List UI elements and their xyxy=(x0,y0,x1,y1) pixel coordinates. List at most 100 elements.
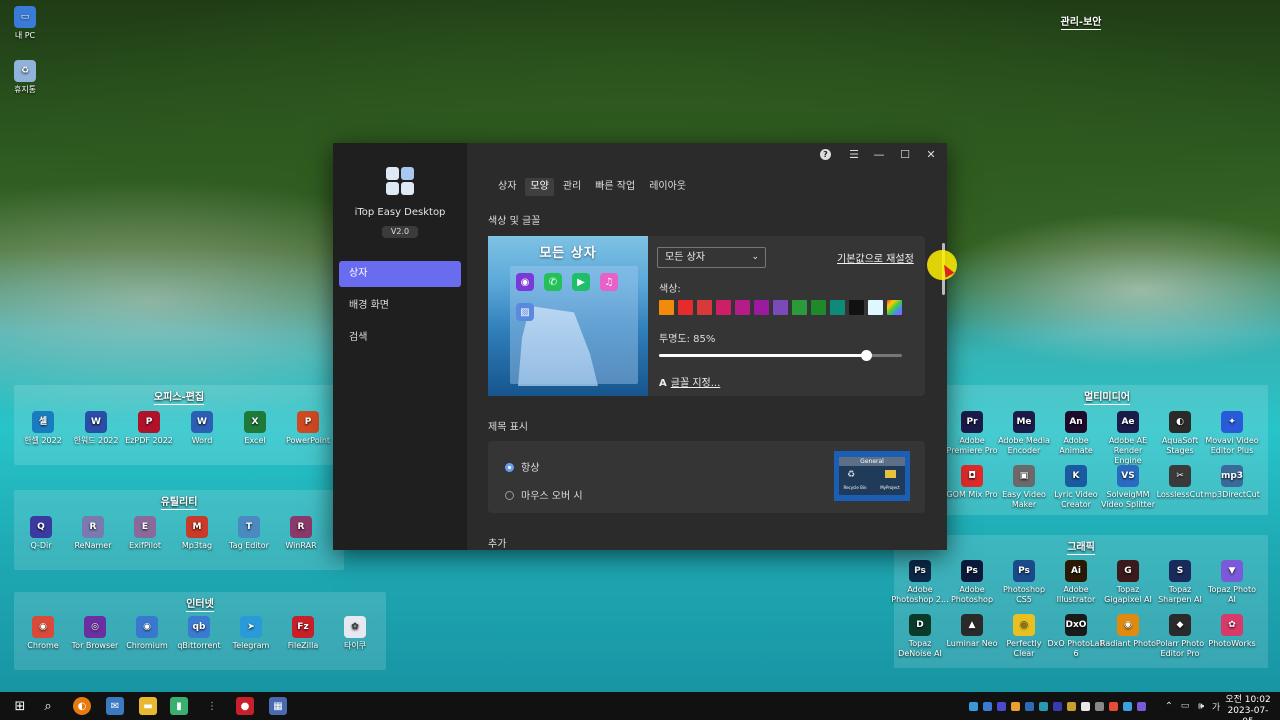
windows-start-icon[interactable]: ⊞ xyxy=(11,697,29,715)
color-swatch[interactable] xyxy=(849,300,864,315)
desktop-icon-my-pc[interactable]: ▭ 내 PC xyxy=(0,6,54,41)
desktop-shortcut[interactable]: ◎ Perfectly Clear xyxy=(995,614,1053,659)
maximize-icon[interactable]: ☐ xyxy=(897,147,913,163)
minimize-icon[interactable]: — xyxy=(871,147,887,163)
slider-thumb[interactable] xyxy=(860,350,872,361)
desktop-shortcut[interactable]: G Topaz Gigapixel AI xyxy=(1099,560,1157,605)
sidebar-item-wallpaper[interactable]: 배경 화면 xyxy=(339,293,461,319)
notes-icon[interactable]: ▮ xyxy=(170,697,188,715)
sidebar-item-search[interactable]: 검색 xyxy=(339,325,461,351)
opacity-slider[interactable] xyxy=(659,350,902,361)
tray-icon[interactable] xyxy=(1067,702,1076,711)
desktop-shortcut[interactable]: ◎ Tor Browser xyxy=(66,616,124,651)
desktop-shortcut[interactable]: P EzPDF 2022 xyxy=(120,411,178,446)
mail-icon[interactable]: ✉ xyxy=(106,697,124,715)
apps-icon[interactable]: ⋮ xyxy=(203,697,221,715)
language-icon[interactable]: 가 xyxy=(1207,697,1225,715)
desktop-shortcut[interactable]: R ReNamer xyxy=(64,516,122,551)
tray-icon[interactable] xyxy=(1011,702,1020,711)
desktop-shortcut[interactable]: ◉ Radiant Photo xyxy=(1099,614,1157,649)
desktop-shortcut[interactable]: T Tag Editor xyxy=(220,516,278,551)
tray-icon[interactable] xyxy=(1095,702,1104,711)
desktop-shortcut[interactable]: X Excel xyxy=(226,411,284,446)
desktop-shortcut[interactable]: R WinRAR xyxy=(272,516,330,551)
desktop-shortcut[interactable]: Ps Adobe Photoshop xyxy=(943,560,1001,605)
color-swatch[interactable] xyxy=(678,300,693,315)
file-explorer-icon[interactable]: ▬ xyxy=(139,697,157,715)
desktop-shortcut[interactable]: Ai Adobe Illustrator xyxy=(1047,560,1105,605)
tray-icon[interactable] xyxy=(1109,702,1118,711)
desktop-shortcut[interactable]: DxO DxO PhotoLab 6 xyxy=(1047,614,1105,659)
tab-quick-actions[interactable]: 빠른 작업 xyxy=(590,178,640,196)
desktop-shortcut[interactable]: ▣ Easy Video Maker xyxy=(995,465,1053,510)
color-swatch[interactable] xyxy=(697,300,712,315)
desktop-shortcut[interactable]: An Adobe Animate xyxy=(1047,411,1105,456)
sidebar-item-boxes[interactable]: 상자 xyxy=(339,261,461,287)
desktop-shortcut[interactable]: ▼ Topaz Photo AI xyxy=(1203,560,1261,605)
tray-icon[interactable] xyxy=(969,702,978,711)
desktop-shortcut[interactable]: ✂ LosslessCut xyxy=(1151,465,1209,500)
desktop-shortcut[interactable]: ✿ 타이쿠 xyxy=(326,616,384,651)
desktop-shortcut[interactable]: D Topaz DeNoise AI xyxy=(891,614,949,659)
tab-layout[interactable]: 레이아웃 xyxy=(644,178,691,196)
desktop-shortcut[interactable]: mp3 mp3DirectCut xyxy=(1203,465,1261,500)
color-swatch[interactable] xyxy=(754,300,769,315)
desktop-shortcut[interactable]: ◐ AquaSoft Stages xyxy=(1151,411,1209,456)
color-swatch[interactable] xyxy=(830,300,845,315)
tray-icon[interactable] xyxy=(1025,702,1034,711)
color-swatch[interactable] xyxy=(868,300,883,315)
radio-on-hover[interactable]: 마우스 오버 시 xyxy=(505,487,583,502)
desktop-shortcut[interactable]: Q Q-Dir xyxy=(12,516,70,551)
desktop-shortcut[interactable]: Fz FileZilla xyxy=(274,616,332,651)
search-icon[interactable]: ⌕ xyxy=(39,697,57,715)
desktop-shortcut[interactable]: ◉ Chromium xyxy=(118,616,176,651)
color-swatch[interactable] xyxy=(887,300,902,315)
desktop-shortcut[interactable]: ◘ GOM Mix Pro xyxy=(943,465,1001,500)
desktop-shortcut[interactable]: K Lyric Video Creator xyxy=(1047,465,1105,510)
itop-taskbar-icon[interactable]: ▦ xyxy=(269,697,287,715)
tab-manage[interactable]: 관리 xyxy=(558,178,586,196)
quick-search-icon[interactable]: ◐ xyxy=(73,697,91,715)
tab-boxes[interactable]: 상자 xyxy=(493,178,521,196)
font-select-link[interactable]: A 글꼴 지정... xyxy=(659,374,720,389)
desktop-shortcut[interactable]: VS SolveigMM Video Splitter xyxy=(1099,465,1157,510)
desktop-shortcut[interactable]: W 한워드 2022 xyxy=(67,411,125,446)
desktop-shortcut[interactable]: ✿ PhotoWorks xyxy=(1203,614,1261,649)
color-swatch[interactable] xyxy=(735,300,750,315)
desktop-shortcut[interactable]: Pr Adobe Premiere Pro xyxy=(943,411,1001,456)
color-swatch[interactable] xyxy=(792,300,807,315)
desktop-shortcut[interactable]: ✦ Movavi Video Editor Plus xyxy=(1203,411,1261,456)
recorder-icon[interactable]: ● xyxy=(236,697,254,715)
menu-icon[interactable]: ☰ xyxy=(846,147,862,163)
tray-icon[interactable] xyxy=(1081,702,1090,711)
desktop-shortcut[interactable]: S Topaz Sharpen AI xyxy=(1151,560,1209,605)
desktop-shortcut[interactable]: P PowerPoint xyxy=(279,411,337,446)
box-select-dropdown[interactable]: 모든 상자 ⌄ xyxy=(657,247,766,268)
desktop-shortcut[interactable]: Me Adobe Media Encoder xyxy=(995,411,1053,456)
desktop-shortcut[interactable]: W Word xyxy=(173,411,231,446)
tray-icon[interactable] xyxy=(1039,702,1048,711)
desktop-shortcut[interactable]: E ExifPilot xyxy=(116,516,174,551)
color-swatch[interactable] xyxy=(811,300,826,315)
desktop-shortcut[interactable]: qb qBittorrent xyxy=(170,616,228,651)
desktop-shortcut[interactable]: Ps Adobe Photoshop 2... xyxy=(891,560,949,605)
desktop-shortcut[interactable]: ▲ Luminar Neo xyxy=(943,614,1001,649)
reset-defaults-link[interactable]: 기본값으로 재설정 xyxy=(837,250,914,265)
tray-icon[interactable] xyxy=(1053,702,1062,711)
desktop-shortcut[interactable]: Ae Adobe AE Render Engine xyxy=(1099,411,1157,466)
color-swatch[interactable] xyxy=(659,300,674,315)
desktop-shortcut[interactable]: 셀 한셀 2022 xyxy=(14,411,72,446)
tray-icon[interactable] xyxy=(1137,702,1146,711)
desktop-shortcut[interactable]: Ps Photoshop CS5 xyxy=(995,560,1053,605)
tray-icon[interactable] xyxy=(983,702,992,711)
tray-icon[interactable] xyxy=(997,702,1006,711)
clock[interactable]: 오전 10:02 2023-07-05 xyxy=(1224,695,1272,728)
desktop-shortcut[interactable]: ◆ Polarr Photo Editor Pro xyxy=(1151,614,1209,659)
help-icon[interactable]: ? xyxy=(820,149,831,160)
tray-icon[interactable] xyxy=(1123,702,1132,711)
desktop-icon-recycle-bin[interactable]: ♻ 휴지통 xyxy=(0,60,54,95)
desktop-shortcut[interactable]: ➤ Telegram xyxy=(222,616,280,651)
desktop-shortcut[interactable]: M Mp3tag xyxy=(168,516,226,551)
color-swatch[interactable] xyxy=(773,300,788,315)
close-icon[interactable]: ✕ xyxy=(923,147,939,163)
